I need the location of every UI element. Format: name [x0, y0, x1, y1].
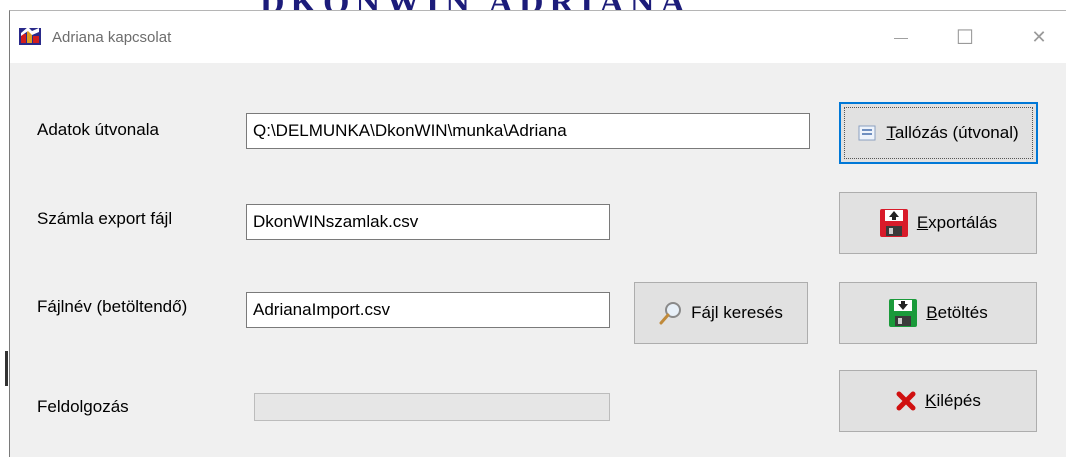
export-button[interactable]: Exportálás: [839, 192, 1037, 254]
import-file-input[interactable]: [246, 292, 610, 328]
close-button[interactable]: ✕: [1016, 19, 1062, 55]
window-title: Adriana kapcsolat: [52, 29, 172, 46]
dialog-window: Adriana kapcsolat — ☐ ✕ Adatok útvonala …: [9, 10, 1066, 457]
exit-label: ilépés: [936, 391, 981, 410]
exit-accel: K: [925, 391, 937, 410]
path-label: Adatok útvonala: [37, 120, 159, 139]
path-input[interactable]: [246, 113, 810, 149]
magnifier-icon: [659, 301, 683, 325]
find-file-button[interactable]: Fájl keresés: [634, 282, 808, 344]
load-button[interactable]: Betöltés: [839, 282, 1037, 344]
floppy-export-icon: [879, 208, 909, 238]
exit-button[interactable]: Kilépés: [839, 370, 1037, 432]
processing-progress-bar: [254, 393, 610, 421]
export-file-label: Számla export fájl: [37, 209, 173, 228]
export-label: xportálás: [928, 213, 998, 232]
load-accel: B: [926, 303, 938, 322]
browse-label: allózás (útvonal): [894, 123, 1019, 142]
title-bar[interactable]: Adriana kapcsolat — ☐ ✕: [10, 11, 1066, 63]
floppy-load-icon: [888, 298, 918, 328]
processing-label: Feldolgozás: [37, 397, 129, 416]
browse-path-button[interactable]: Tallózás (útvonal): [839, 102, 1038, 164]
close-icon: ✕: [1031, 26, 1047, 47]
minimize-button[interactable]: —: [878, 19, 924, 55]
red-x-icon: [895, 390, 917, 412]
folder-browse-icon: [858, 124, 878, 142]
app-icon: [18, 25, 42, 47]
find-file-label: Fájl keresés: [691, 303, 783, 322]
minimize-icon: —: [894, 29, 908, 45]
background-edge-mark: [5, 351, 8, 386]
load-label: etöltés: [937, 303, 988, 322]
export-accel: E: [916, 213, 929, 232]
import-file-label: Fájlnév (betöltendő): [37, 297, 188, 316]
export-file-input[interactable]: [246, 204, 610, 240]
maximize-button[interactable]: ☐: [942, 19, 988, 55]
maximize-icon: ☐: [956, 26, 974, 49]
browse-accel: T: [886, 123, 895, 142]
